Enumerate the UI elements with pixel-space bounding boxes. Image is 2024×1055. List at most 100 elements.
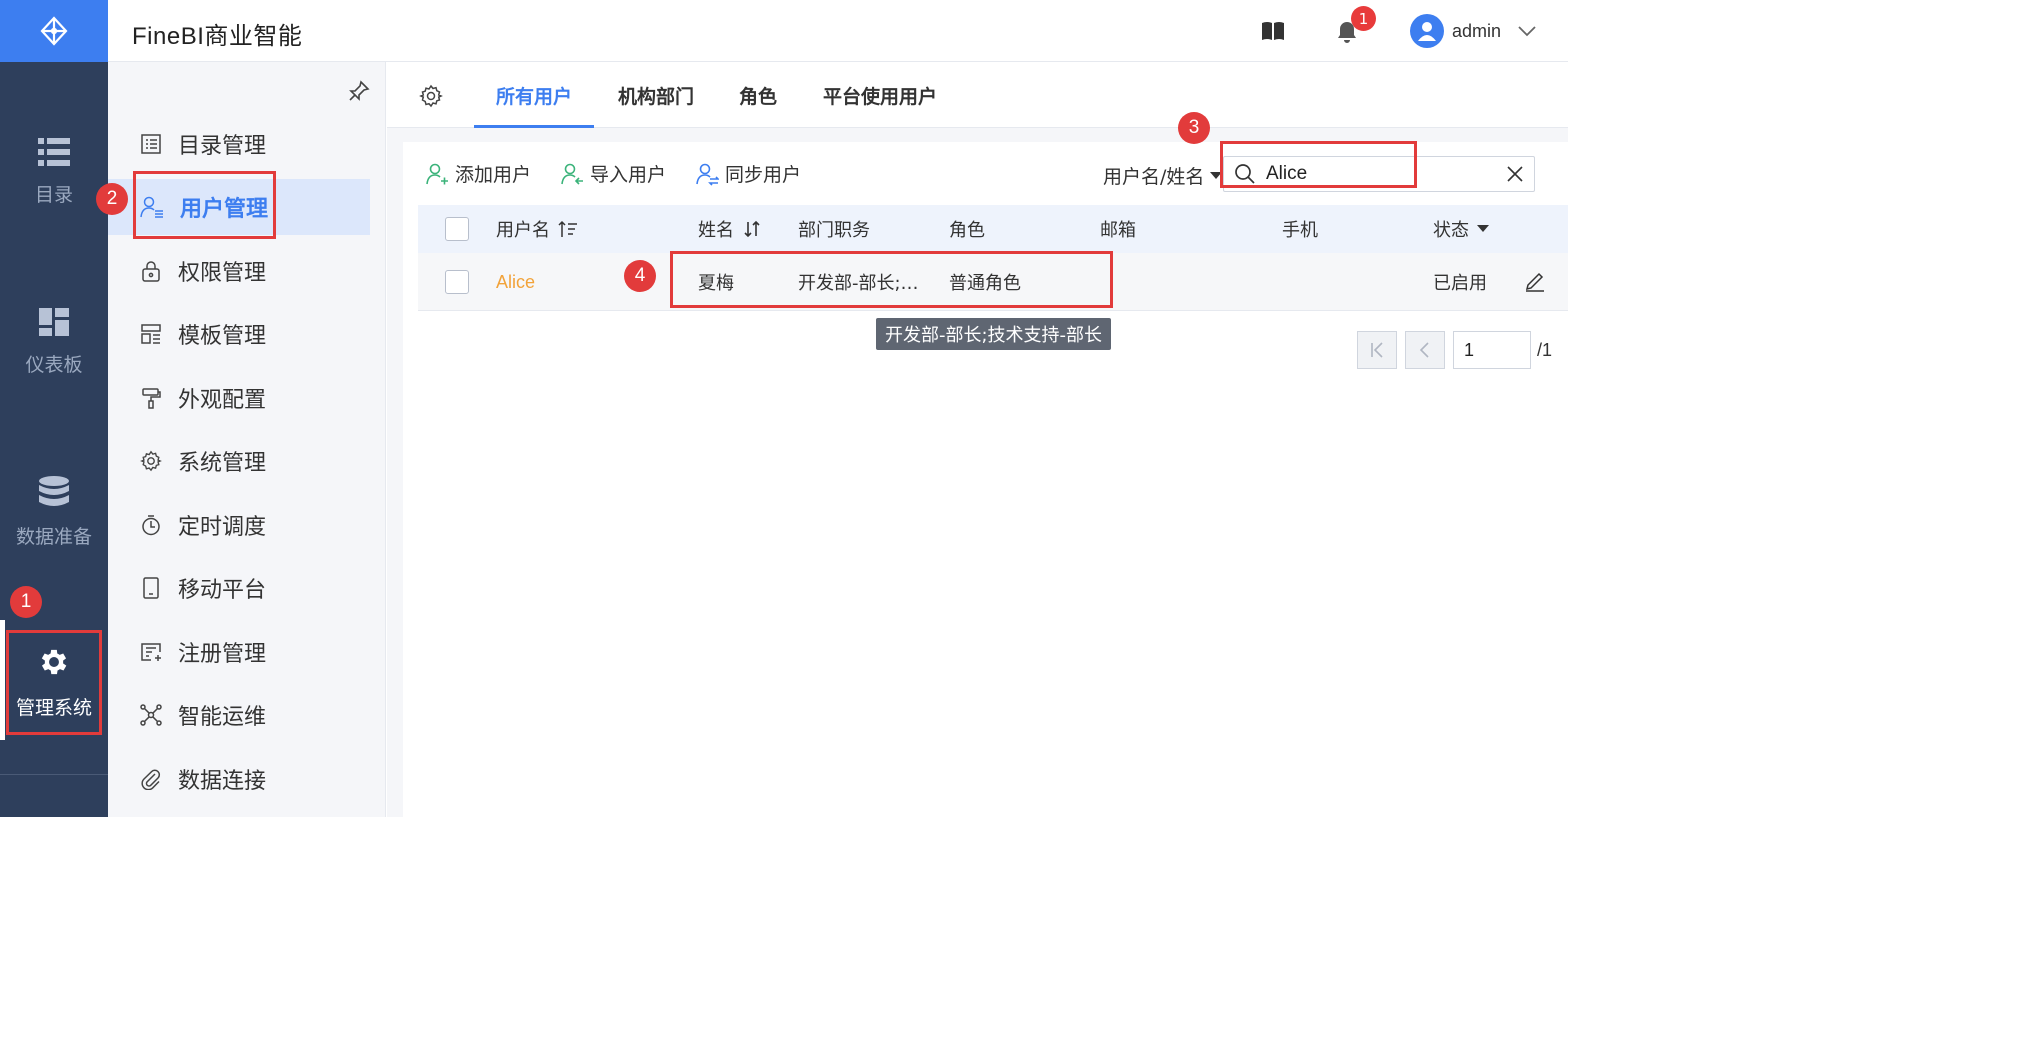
network-icon <box>140 704 162 726</box>
sort-arrows-icon <box>744 220 760 238</box>
column-header-email: 邮箱 <box>1100 220 1136 241</box>
tab-bar: 所有用户 机构部门 角色 平台使用用户 <box>387 62 1568 128</box>
cell-status: 已启用 <box>1433 273 1487 294</box>
prev-page-button[interactable] <box>1405 331 1445 369</box>
app-logo[interactable] <box>0 0 108 62</box>
search-type-select[interactable]: 用户名/姓名 <box>1103 162 1223 189</box>
top-header: FineBI商业智能 1 admin <box>108 0 1568 62</box>
user-menu[interactable]: admin <box>1410 13 1537 49</box>
cell-role: 普通角色 <box>949 273 1021 294</box>
search-input[interactable] <box>1266 163 1498 185</box>
close-icon[interactable] <box>1506 165 1524 183</box>
caret-down-icon <box>1210 171 1223 179</box>
rail-item-catalog[interactable]: 目录 <box>0 102 108 242</box>
cell-department: 开发部-部长;… <box>798 273 919 294</box>
book-icon[interactable] <box>1261 20 1285 42</box>
user-icon <box>1418 22 1436 41</box>
rail-item-dashboard[interactable]: 仪表板 <box>0 272 108 412</box>
cell-name: 夏梅 <box>698 273 734 294</box>
table-row[interactable]: Alice 夏梅 开发部-部长;… 普通角色 已启用 <box>418 253 1568 311</box>
main-content: 所有用户 机构部门 角色 平台使用用户 添加用户 导入用户 同步用户 用户名/姓… <box>387 62 1568 817</box>
menu-item-data-connection[interactable]: 数据连接 <box>108 751 370 807</box>
first-page-icon <box>1371 342 1383 358</box>
pin-icon[interactable] <box>348 80 370 102</box>
annotation-number-1: 1 <box>10 586 42 618</box>
column-header-username[interactable]: 用户名 <box>496 205 578 253</box>
menu-item-user-management[interactable]: 用户管理 <box>108 179 370 235</box>
tab-all-users[interactable]: 所有用户 <box>474 62 595 128</box>
search-box <box>1223 156 1535 192</box>
rail-item-admin[interactable]: 管理系统 <box>0 612 108 752</box>
page-total: /1 <box>1537 340 1553 360</box>
menu-item-permissions[interactable]: 权限管理 <box>108 243 370 299</box>
sync-user-label: 同步用户 <box>725 164 802 186</box>
import-user-icon <box>561 163 583 185</box>
menu-item-label: 目录管理 <box>178 134 267 159</box>
annotation-number-2: 2 <box>96 183 128 215</box>
add-user-icon <box>426 163 448 184</box>
menu-item-registration[interactable]: 注册管理 <box>108 624 370 680</box>
sync-user-button[interactable]: 同步用户 <box>695 160 801 187</box>
catalog-icon <box>141 134 161 154</box>
avatar <box>1410 14 1444 48</box>
select-all-checkbox[interactable] <box>445 217 469 241</box>
column-label: 状态 <box>1433 220 1469 241</box>
logo-icon <box>40 16 68 46</box>
gear-icon <box>41 649 67 674</box>
annotation-number-3: 3 <box>1178 112 1210 144</box>
column-header-name[interactable]: 姓名 <box>698 205 762 253</box>
list-icon <box>38 137 70 166</box>
user-manage-icon <box>140 196 163 218</box>
cell-username[interactable]: Alice <box>496 253 535 311</box>
menu-item-mobile[interactable]: 移动平台 <box>108 560 370 616</box>
user-panel: 添加用户 导入用户 同步用户 用户名/姓名 用户名 姓名 <box>403 142 1568 817</box>
column-header-role: 角色 <box>949 220 985 241</box>
tab-roles[interactable]: 角色 <box>717 62 799 128</box>
menu-item-appearance[interactable]: 外观配置 <box>108 370 370 426</box>
database-icon <box>39 475 69 506</box>
first-page-button[interactable] <box>1357 331 1397 369</box>
add-user-button[interactable]: 添加用户 <box>425 160 531 187</box>
dashboard-icon <box>39 307 69 336</box>
lock-icon <box>142 261 160 282</box>
edit-icon[interactable] <box>1524 270 1546 292</box>
menu-item-catalog[interactable]: 目录管理 <box>108 116 370 172</box>
menu-item-ops[interactable]: 智能运维 <box>108 687 370 743</box>
add-user-label: 添加用户 <box>455 164 532 186</box>
menu-item-schedule[interactable]: 定时调度 <box>108 497 370 553</box>
import-user-button[interactable]: 导入用户 <box>560 160 666 187</box>
menu-item-templates[interactable]: 模板管理 <box>108 306 370 362</box>
chevron-down-icon <box>1518 26 1536 37</box>
search-icon <box>1235 164 1255 184</box>
menu-item-label: 数据连接 <box>178 769 267 794</box>
active-indicator <box>0 620 5 740</box>
gear-icon <box>140 450 162 472</box>
column-label: 用户名 <box>496 220 550 241</box>
column-header-status[interactable]: 状态 <box>1433 205 1489 253</box>
app-title: FineBI商业智能 <box>132 23 303 50</box>
caret-down-icon <box>1477 225 1489 232</box>
page-number-input[interactable] <box>1453 331 1531 369</box>
settings-icon[interactable] <box>419 84 443 108</box>
tablet-icon <box>143 577 159 599</box>
column-header-department: 部门职务 <box>798 220 870 241</box>
sort-icon <box>558 220 577 237</box>
row-checkbox[interactable] <box>445 270 469 294</box>
menu-item-label: 用户管理 <box>180 197 269 222</box>
rail-item-label: 目录 <box>34 183 73 206</box>
rail-item-data-prep[interactable]: 数据准备 <box>0 442 108 582</box>
tab-platform-users[interactable]: 平台使用用户 <box>801 62 959 128</box>
menu-item-label: 移动平台 <box>178 578 267 603</box>
timer-icon <box>142 515 160 536</box>
template-icon <box>141 324 161 344</box>
chevron-left-icon <box>1419 342 1429 358</box>
rail-item-label: 数据准备 <box>15 525 92 548</box>
rail-item-label: 仪表板 <box>25 353 83 376</box>
admin-menu: 目录管理 用户管理 权限管理 模板管理 外观配置 系统管理 定时调度 移动平台 … <box>108 62 386 817</box>
import-user-label: 导入用户 <box>590 164 667 186</box>
search-type-label: 用户名/姓名 <box>1103 166 1205 188</box>
menu-item-system[interactable]: 系统管理 <box>108 433 370 489</box>
menu-item-label: 智能运维 <box>178 705 267 730</box>
menu-item-label: 系统管理 <box>178 451 267 476</box>
tab-departments[interactable]: 机构部门 <box>596 62 716 128</box>
